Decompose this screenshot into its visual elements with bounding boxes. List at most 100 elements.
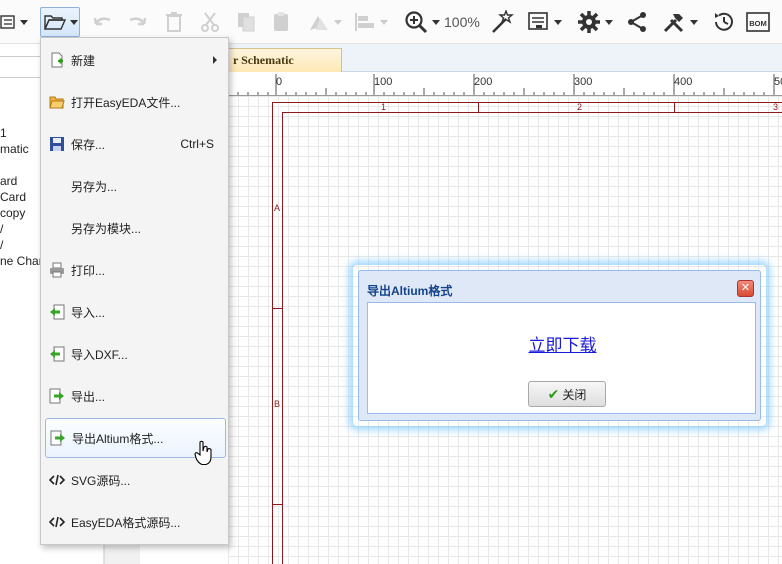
bom-icon: BOM — [746, 12, 770, 32]
ruler-label: 400 — [674, 76, 693, 88]
redo-button[interactable] — [126, 8, 148, 36]
chevron-down-icon — [605, 19, 613, 25]
undo-button[interactable] — [92, 8, 114, 36]
paste-icon — [274, 12, 288, 31]
magic-wand-icon — [492, 10, 514, 33]
hand-cursor-icon — [194, 440, 212, 466]
history-button[interactable] — [712, 8, 736, 36]
design-manager-button[interactable] — [528, 8, 562, 36]
list-menu-button[interactable] — [0, 8, 28, 36]
zoom-menu-button[interactable]: 100% — [404, 8, 480, 36]
menu-item-label: 另存为... — [71, 179, 118, 194]
export-icon — [49, 388, 64, 404]
menu-item-svg-source[interactable]: SVG源码... — [45, 460, 226, 500]
settings-menu-button[interactable] — [577, 8, 613, 36]
share-icon — [628, 12, 646, 32]
copy-icon — [238, 13, 255, 32]
menu-item-open[interactable]: 打开EasyEDA文件... — [45, 82, 226, 122]
menu-item-save[interactable]: 保存... Ctrl+S — [45, 124, 226, 164]
zoom-in-icon — [405, 11, 428, 34]
file-menu: 新建 打开EasyEDA文件... 保存... Ctrl+S 另存为... 另存… — [40, 37, 229, 545]
tools-menu-button[interactable] — [662, 8, 698, 36]
rotate-menu-button[interactable] — [308, 8, 342, 36]
menu-item-print[interactable]: 打印... — [45, 250, 226, 290]
menu-item-label: 打开EasyEDA文件... — [71, 95, 181, 110]
list-item[interactable]: / — [0, 222, 3, 236]
scissors-icon — [201, 12, 219, 32]
chevron-down-icon — [20, 19, 28, 25]
file-menu-button[interactable] — [40, 7, 80, 37]
cut-button[interactable] — [200, 8, 220, 36]
frame-divider — [478, 102, 479, 112]
dialog-body: 立即下载 ✔ 关闭 — [367, 302, 756, 414]
menu-item-label: 保存... — [71, 137, 106, 152]
chevron-down-icon — [690, 19, 698, 25]
frame-divider — [272, 504, 282, 505]
trash-icon — [166, 12, 182, 32]
menu-item-label: 另存为模块... — [71, 221, 142, 236]
sheet-col-label: 3 — [773, 102, 779, 112]
ruler-label: 300 — [574, 76, 593, 88]
chevron-down-icon — [554, 19, 562, 25]
history-icon — [715, 12, 733, 31]
menu-item-label: 导入DXF... — [71, 347, 128, 362]
shape-icon — [310, 16, 328, 30]
sheet-row-label: B — [274, 399, 281, 409]
netlist-icon — [528, 12, 548, 30]
ruler-ticks — [228, 74, 775, 95]
list-item[interactable]: Card — [0, 190, 26, 204]
menu-item-import[interactable]: 导入... — [45, 292, 226, 332]
open-folder-icon — [49, 96, 65, 109]
list-item[interactable]: / — [0, 238, 3, 252]
close-button[interactable]: ✔ 关闭 — [528, 381, 606, 407]
import-dxf-icon — [50, 346, 65, 362]
undo-icon — [93, 17, 111, 26]
list-icon — [0, 15, 15, 29]
ruler-label: 50 — [774, 76, 782, 88]
export-altium-dialog: 导出Altium格式 ✕ 立即下载 ✔ 关闭 — [358, 270, 761, 421]
frame-divider — [272, 308, 282, 309]
ruler-label: 200 — [474, 76, 493, 88]
sheet-col-label: 2 — [577, 102, 583, 112]
code-icon — [49, 516, 65, 528]
copy-button[interactable] — [236, 8, 256, 36]
frame-divider — [674, 102, 675, 112]
menu-item-easyeda-source[interactable]: EasyEDA格式源码... — [45, 502, 226, 542]
sheet-row-label: A — [274, 203, 281, 213]
sheet-col-label: 1 — [381, 102, 387, 112]
delete-button[interactable] — [164, 8, 184, 36]
menu-item-label: 新建 — [71, 53, 96, 68]
menu-item-label: 打印... — [71, 263, 106, 278]
paste-button[interactable] — [272, 8, 292, 36]
tab-schematic[interactable]: r Schematic — [228, 48, 342, 72]
share-button[interactable] — [626, 8, 648, 36]
chevron-down-icon — [334, 19, 342, 25]
new-file-icon — [51, 52, 63, 68]
list-item[interactable]: copy — [0, 206, 25, 220]
menu-item-export[interactable]: 导出... — [45, 376, 226, 416]
gear-icon — [578, 11, 600, 33]
align-icon — [355, 13, 374, 31]
code-icon — [49, 474, 65, 486]
list-item[interactable]: matic — [0, 142, 29, 156]
bom-button[interactable]: BOM — [746, 8, 770, 36]
align-menu-button[interactable] — [354, 8, 388, 36]
menu-item-import-dxf[interactable]: 导入DXF... — [45, 334, 226, 374]
menu-item-save-as[interactable]: 另存为... — [45, 166, 226, 206]
menu-item-label: EasyEDA格式源码... — [71, 515, 181, 530]
chevron-right-icon — [213, 56, 217, 64]
list-item[interactable]: ard — [0, 174, 17, 188]
menu-item-label: 导出... — [71, 389, 106, 404]
list-item[interactable]: 1 — [0, 126, 7, 140]
menu-item-save-as-module[interactable]: 另存为模块... — [45, 208, 226, 248]
dialog-title: 导出Altium格式 — [367, 284, 453, 298]
export-altium-icon — [50, 430, 65, 446]
menu-item-new[interactable]: 新建 — [45, 40, 226, 80]
menu-item-label: SVG源码... — [71, 473, 131, 488]
check-icon: ✔ — [547, 385, 560, 402]
open-folder-icon — [44, 15, 66, 30]
chevron-down-icon — [380, 19, 388, 25]
close-icon[interactable]: ✕ — [737, 280, 754, 297]
magic-wand-button[interactable] — [490, 8, 516, 36]
download-link[interactable]: 立即下载 — [368, 331, 757, 356]
